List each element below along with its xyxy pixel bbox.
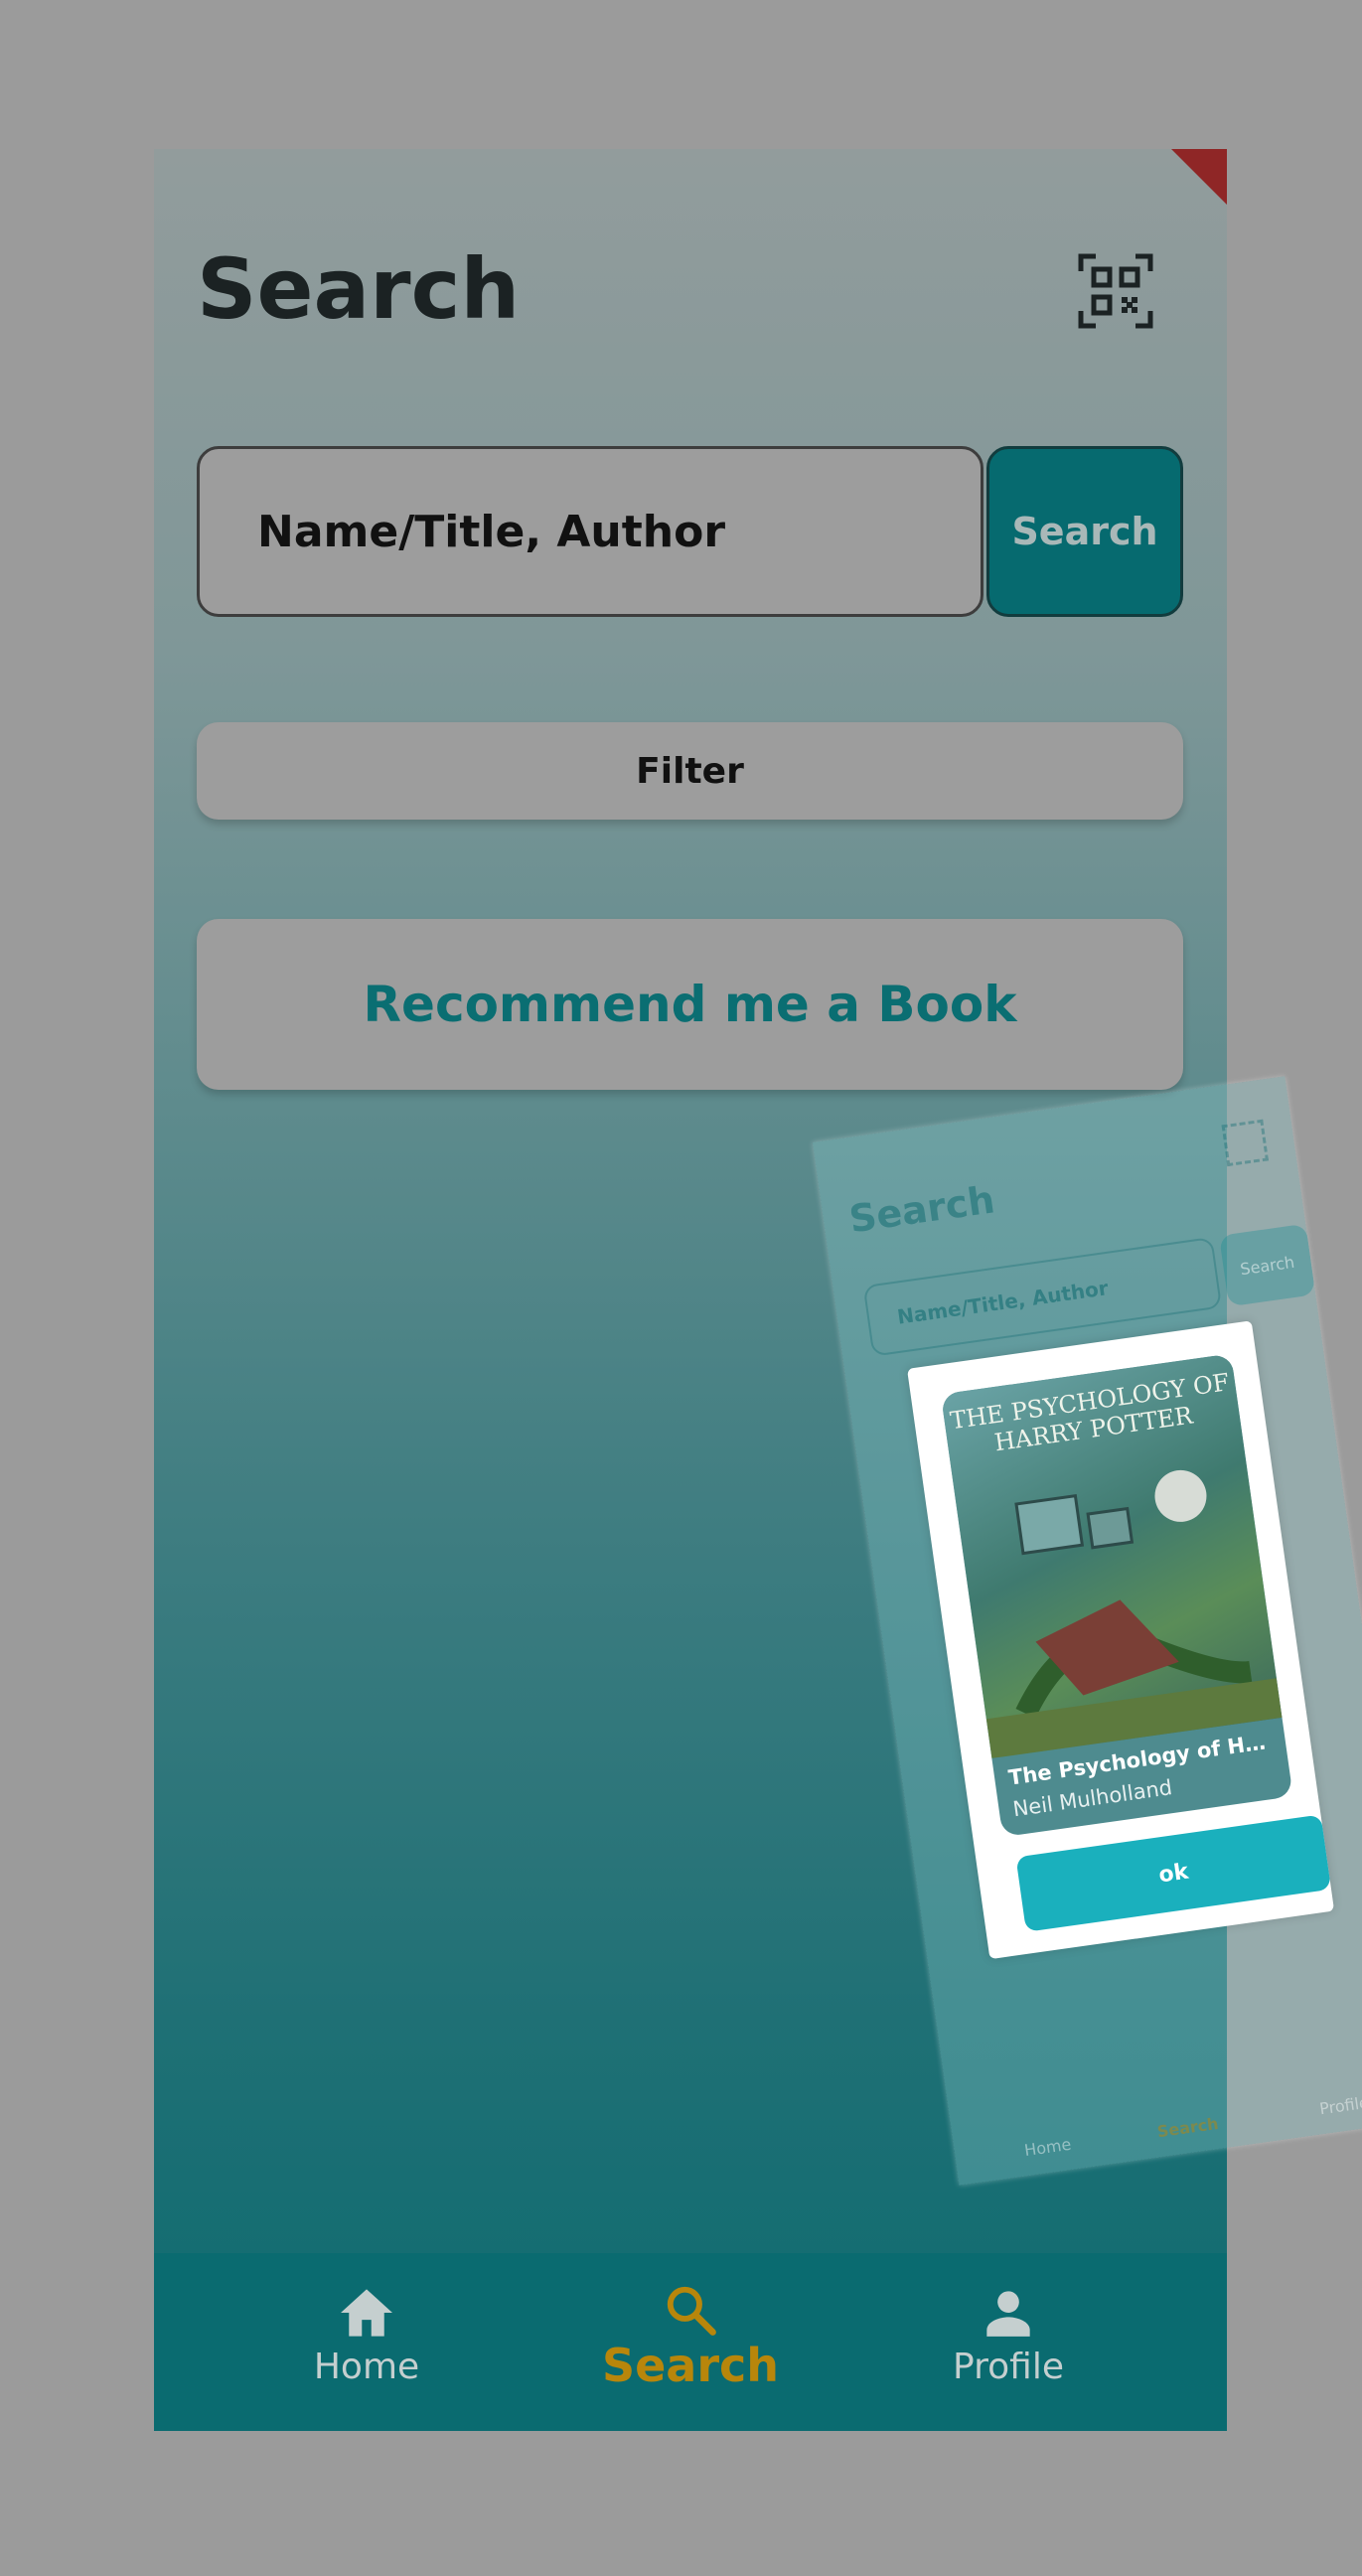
overlay-title: Search <box>846 1177 997 1242</box>
nav-item-search[interactable]: Search <box>571 2253 810 2431</box>
overlay-qr-icon <box>1221 1119 1270 1167</box>
overlay-nav-search: Search <box>1155 2113 1220 2142</box>
page-title: Search <box>197 240 521 338</box>
recommend-book-button[interactable]: Recommend me a Book <box>197 919 1183 1090</box>
nav-item-profile[interactable]: Profile <box>889 2253 1128 2431</box>
ok-button[interactable]: ok <box>1015 1814 1332 1932</box>
search-input[interactable] <box>200 449 981 614</box>
search-button[interactable]: Search <box>986 446 1183 617</box>
qr-scan-icon[interactable] <box>1078 253 1153 329</box>
overlay-search-button: Search <box>1219 1223 1316 1307</box>
bottom-navigation: Home Search Profile <box>154 2253 1227 2431</box>
book-cover-image: THE PSYCHOLOGY OF HARRY POTTER <box>940 1353 1283 1758</box>
nav-label-home: Home <box>313 2347 420 2387</box>
person-icon <box>986 2291 1030 2337</box>
overlay-nav-home: Home <box>1022 2134 1073 2161</box>
filter-button[interactable]: Filter <box>197 722 1183 820</box>
search-icon <box>667 2286 716 2336</box>
debug-banner <box>1171 149 1227 205</box>
home-icon <box>341 2289 392 2337</box>
nav-label-profile: Profile <box>953 2347 1064 2387</box>
book-card[interactable]: THE PSYCHOLOGY OF HARRY POTTER The Psych… <box>940 1353 1293 1838</box>
nav-item-home[interactable]: Home <box>247 2253 486 2431</box>
nav-label-search: Search <box>601 2339 780 2392</box>
search-input-field[interactable] <box>197 446 984 617</box>
overlay-nav-profile: Profile <box>1318 2092 1362 2119</box>
